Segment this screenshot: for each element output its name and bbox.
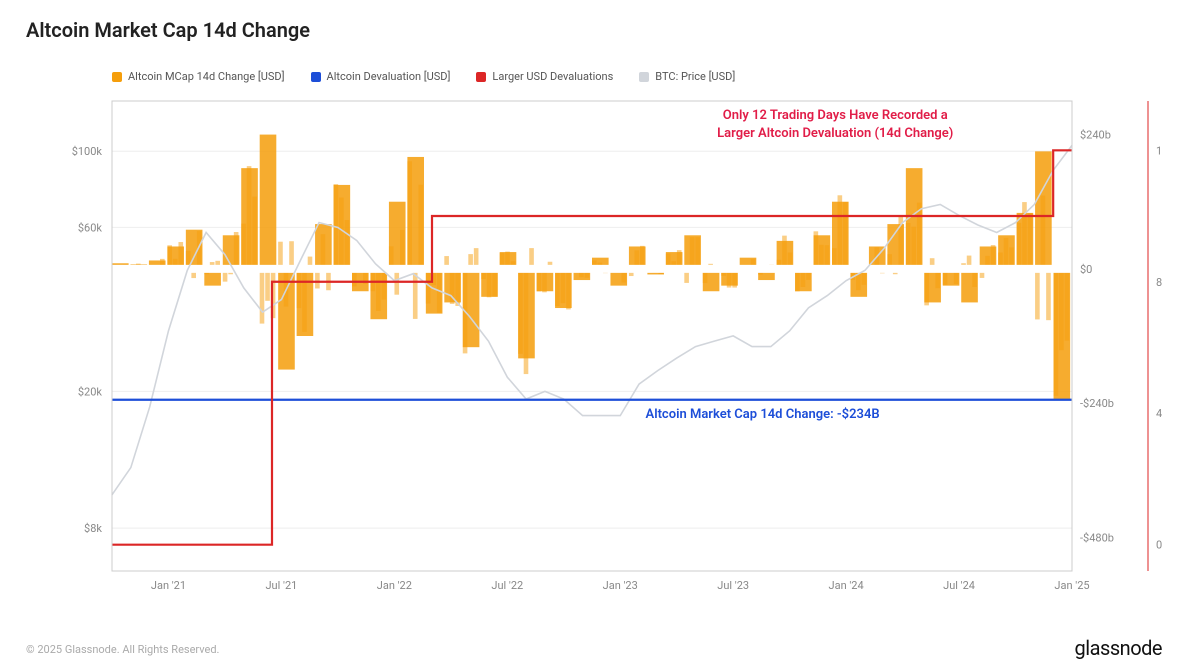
brand-logo: glassnode: [1075, 636, 1162, 660]
legend: Altcoin MCap 14d Change [USD] Altcoin De…: [112, 70, 1162, 83]
svg-text:-$480b: -$480b: [1080, 531, 1114, 544]
legend-item-1: Altcoin Devaluation [USD]: [311, 70, 451, 83]
legend-swatch-0: [112, 72, 122, 82]
svg-text:Jan '23: Jan '23: [603, 579, 638, 592]
svg-text:Jul '21: Jul '21: [265, 579, 297, 592]
legend-item-3: BTC: Price [USD]: [639, 70, 735, 83]
svg-text:4: 4: [1156, 407, 1162, 420]
svg-text:-$240b: -$240b: [1080, 397, 1114, 410]
svg-text:Jan '25: Jan '25: [1054, 579, 1089, 592]
svg-text:$20k: $20k: [78, 385, 103, 398]
svg-text:Jan '22: Jan '22: [377, 579, 412, 592]
legend-item-2: Larger USD Devaluations: [476, 70, 613, 83]
svg-text:$100k: $100k: [72, 145, 103, 158]
svg-text:$8k: $8k: [84, 522, 102, 535]
legend-label-1: Altcoin Devaluation [USD]: [327, 70, 451, 83]
chart: $8k $20k $60k $100k -$480b -$240b $0 $240b 0 4 8 12…: [26, 91, 1162, 611]
svg-text:0: 0: [1156, 539, 1162, 552]
svg-text:8: 8: [1156, 276, 1162, 289]
copyright: © 2025 Glassnode. All Rights Reserved.: [26, 643, 219, 656]
legend-swatch-3: [639, 72, 649, 82]
page-title: Altcoin Market Cap 14d Change: [26, 18, 1162, 42]
svg-text:Jul '24: Jul '24: [943, 579, 975, 592]
svg-text:12: 12: [1156, 144, 1162, 157]
svg-text:$240b: $240b: [1080, 129, 1111, 142]
svg-text:Jul '22: Jul '22: [491, 579, 523, 592]
svg-text:Jan '24: Jan '24: [829, 579, 864, 592]
legend-swatch-1: [311, 72, 321, 82]
svg-text:Jan '21: Jan '21: [151, 579, 186, 592]
legend-label-2: Larger USD Devaluations: [492, 70, 613, 83]
legend-label-3: BTC: Price [USD]: [655, 70, 735, 83]
legend-item-0: Altcoin MCap 14d Change [USD]: [112, 70, 285, 83]
legend-swatch-2: [476, 72, 486, 82]
svg-text:$0: $0: [1080, 263, 1092, 276]
svg-text:Jul '23: Jul '23: [717, 579, 749, 592]
svg-text:$60k: $60k: [78, 221, 103, 234]
chart-svg: $8k $20k $60k $100k -$480b -$240b $0 $240b 0 4 8 12…: [26, 91, 1162, 611]
legend-label-0: Altcoin MCap 14d Change [USD]: [128, 70, 285, 83]
